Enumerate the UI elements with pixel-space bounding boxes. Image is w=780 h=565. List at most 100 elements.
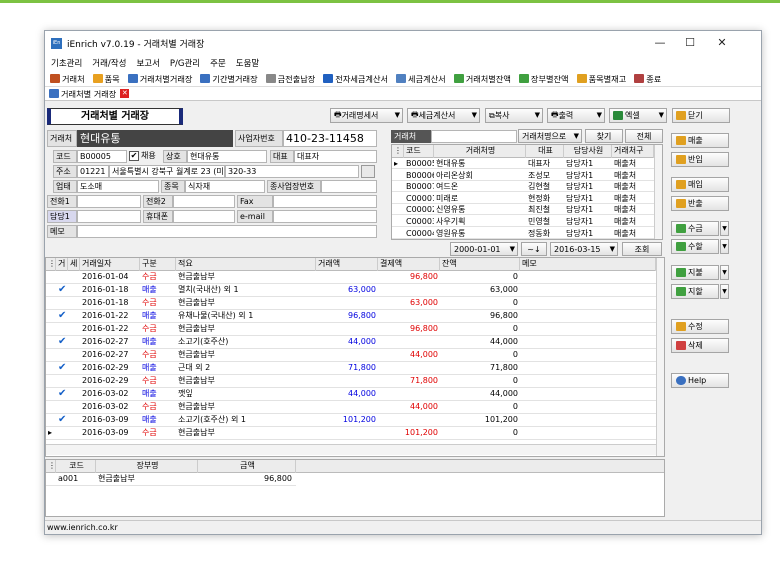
col-book-code[interactable]: 코드 [56,460,96,473]
address-detail-field[interactable]: 320-33 [225,165,359,178]
col-book-amount[interactable]: 금액 [198,460,296,473]
maximize-icon[interactable]: ☐ [675,31,705,55]
ledger-row[interactable]: 2016-02-27 수금 현금출납부 44,000 0 [46,349,656,362]
collect-button[interactable]: 수금 [671,221,719,236]
col-date[interactable]: 거래일자 [80,258,140,271]
print-button[interactable]: 🖶 출력 ▼ [547,108,605,123]
biz-type-field[interactable]: 도소매 [77,180,159,193]
toolbar-exit[interactable]: 종료 [634,73,661,85]
grid-menu-icon[interactable]: ⋮ [46,258,56,271]
sales-button[interactable]: 매출 [671,133,729,148]
toolbar-book-balance[interactable]: 장부별잔액 [518,73,569,85]
phone1-field[interactable] [77,195,141,208]
find-button[interactable]: 찾기 [585,129,623,143]
toolbar-client-ledger[interactable]: 거래처별거래장 [127,73,192,85]
address-search-icon[interactable] [361,165,375,178]
date-range-toggle[interactable]: ~↓ [521,242,547,256]
grid-menu-icon[interactable]: ⋮ [46,460,56,473]
edit-button[interactable]: 수정 [671,319,729,334]
ledger-row[interactable]: 2016-02-29 수금 현금출납부 71,800 0 [46,375,656,388]
pay-button[interactable]: 지불 [671,265,719,280]
client-row[interactable]: C00002 신영유통 최진철 담당자1 매출처 [392,204,662,216]
collect-discount-dropdown[interactable]: ▼ [720,239,729,254]
tax-invoice-button[interactable]: 🖶 세금계산서 ▼ [407,108,480,123]
menu-basic[interactable]: 기초관리 [51,57,82,69]
delete-button[interactable]: 삭제 [671,338,729,353]
toolbar-cashbook[interactable]: 금전출납장 [265,73,315,85]
ledger-row[interactable]: ▸ 2016-03-09 수금 현금출납부 101,200 0 [46,427,656,440]
ledger-row[interactable]: 2016-03-02 수금 현금출납부 44,000 0 [46,401,656,414]
ledger-row[interactable]: ✔ 2016-01-22 매출 유채나물(국내산) 외 1 96,800 96,800 [46,310,656,323]
pay-discount-dropdown[interactable]: ▼ [720,284,729,299]
toolbar-item[interactable]: 품목 [92,73,120,85]
manager-field[interactable] [77,210,141,223]
doc-tab-client-ledger[interactable]: 거래처별 거래장 ✕ [49,88,130,100]
col-balance[interactable]: 잔액 [440,258,520,271]
use-checkbox[interactable]: ✔ [129,151,139,161]
purchase-return-button[interactable]: 반출 [671,196,729,211]
col-type[interactable]: 구분 [140,258,176,271]
ledger-row[interactable]: ✔ 2016-02-27 매출 소고기(호주산) 44,000 44,000 [46,336,656,349]
col-book-name[interactable]: 장부명 [96,460,198,473]
toolbar-stock[interactable]: 품목별재고 [576,73,626,85]
col-rep[interactable]: 대표 [526,145,564,158]
minimize-icon[interactable]: — [645,31,675,55]
pay-discount-button[interactable]: 지할 [671,284,719,299]
all-button[interactable]: 전체 [625,129,663,143]
col-trade-flag[interactable]: 거 [56,258,68,271]
menu-report[interactable]: 보고서 [136,57,159,69]
toolbar-invoice[interactable]: 세금계산서 [396,73,446,85]
excel-button[interactable]: 엑셀 ▼ [609,108,667,123]
ledger-row[interactable]: 2016-01-04 수금 현금출납부 96,800 0 [46,271,656,284]
collect-dropdown[interactable]: ▼ [720,221,729,236]
help-button[interactable]: Help [671,373,729,388]
grid-menu-icon[interactable]: ⋮ [392,145,404,158]
toolbar-client-balance[interactable]: 거래처별잔액 [453,73,511,85]
client-grid-scrollbar[interactable] [654,145,662,239]
ledger-h-scrollbar[interactable] [46,444,656,455]
menu-pg[interactable]: P/G관리 [170,57,200,69]
menu-help[interactable]: 도움말 [236,57,259,69]
phone2-field[interactable] [173,195,235,208]
memo-field[interactable] [77,225,377,238]
col-desc[interactable]: 적요 [176,258,316,271]
collect-discount-button[interactable]: 수할 [671,239,719,254]
client-name-field[interactable]: 현대유통 [77,130,233,147]
purchase-button[interactable]: 매입 [671,177,729,192]
client-row[interactable]: C00001 미래로 현정화 담당자1 매출처 [392,193,662,204]
close-icon[interactable]: ✕ [707,31,737,55]
client-row[interactable]: B00006 아리온상회 조성모 담당자1 매출처 [392,170,662,181]
summary-row[interactable]: a001 현금출납부 96,800 [46,473,296,486]
col-amount[interactable]: 거래액 [316,258,378,271]
ledger-grid-scrollbar[interactable] [656,258,664,456]
date-from-select[interactable]: 2000-01-01 ▼ [450,242,518,256]
client-row[interactable]: B00007 여드온 김현철 담당자1 매출처 [392,181,662,193]
col-tax-flag[interactable]: 세 [68,258,80,271]
status-url[interactable]: www.ienrich.co.kr [47,523,118,532]
col-client-name[interactable]: 거래처명 [434,145,526,158]
col-memo[interactable]: 메모 [520,258,656,271]
query-button[interactable]: 조회 [622,242,662,256]
menu-transaction[interactable]: 거래/작성 [92,57,126,69]
pay-dropdown[interactable]: ▼ [720,265,729,280]
ledger-row[interactable]: 2016-01-22 수금 현금출납부 96,800 0 [46,323,656,336]
address-field[interactable]: 서울특별시 강북구 월계로 23 (미 [109,165,225,178]
client-row[interactable]: C00004 영원유통 정동화 담당자1 매출처 [392,228,662,239]
ledger-row[interactable]: 2016-01-18 수금 현금출납부 63,000 0 [46,297,656,310]
client-row[interactable]: ▸ B00005 현대유통 대표자 담당자1 매출처 [392,158,662,169]
client-row[interactable]: C00003 사우기획 민영철 담당자1 매출처 [392,216,662,227]
zipcode-field[interactable]: 01221 [77,165,109,178]
fax-field[interactable] [273,195,377,208]
statement-button[interactable]: 🖶 거래명세서 ▼ [330,108,403,123]
col-manager[interactable]: 담당사원 [564,145,612,158]
email-field[interactable] [273,210,377,223]
company-field[interactable]: 현대유통 [187,150,267,163]
col-client-type[interactable]: 거래처구 [612,145,654,158]
close-button[interactable]: 닫기 [672,108,730,123]
copy-button[interactable]: ⧉ 복사 ▼ [485,108,543,123]
toolbar-period-ledger[interactable]: 기간별거래장 [200,73,258,85]
ledger-row[interactable]: ✔ 2016-03-02 매출 깻잎 44,000 44,000 [46,388,656,401]
toolbar-client[interactable]: 거래처 [50,73,85,85]
menu-order[interactable]: 주문 [210,57,226,69]
item-field[interactable]: 식자재 [185,180,265,193]
